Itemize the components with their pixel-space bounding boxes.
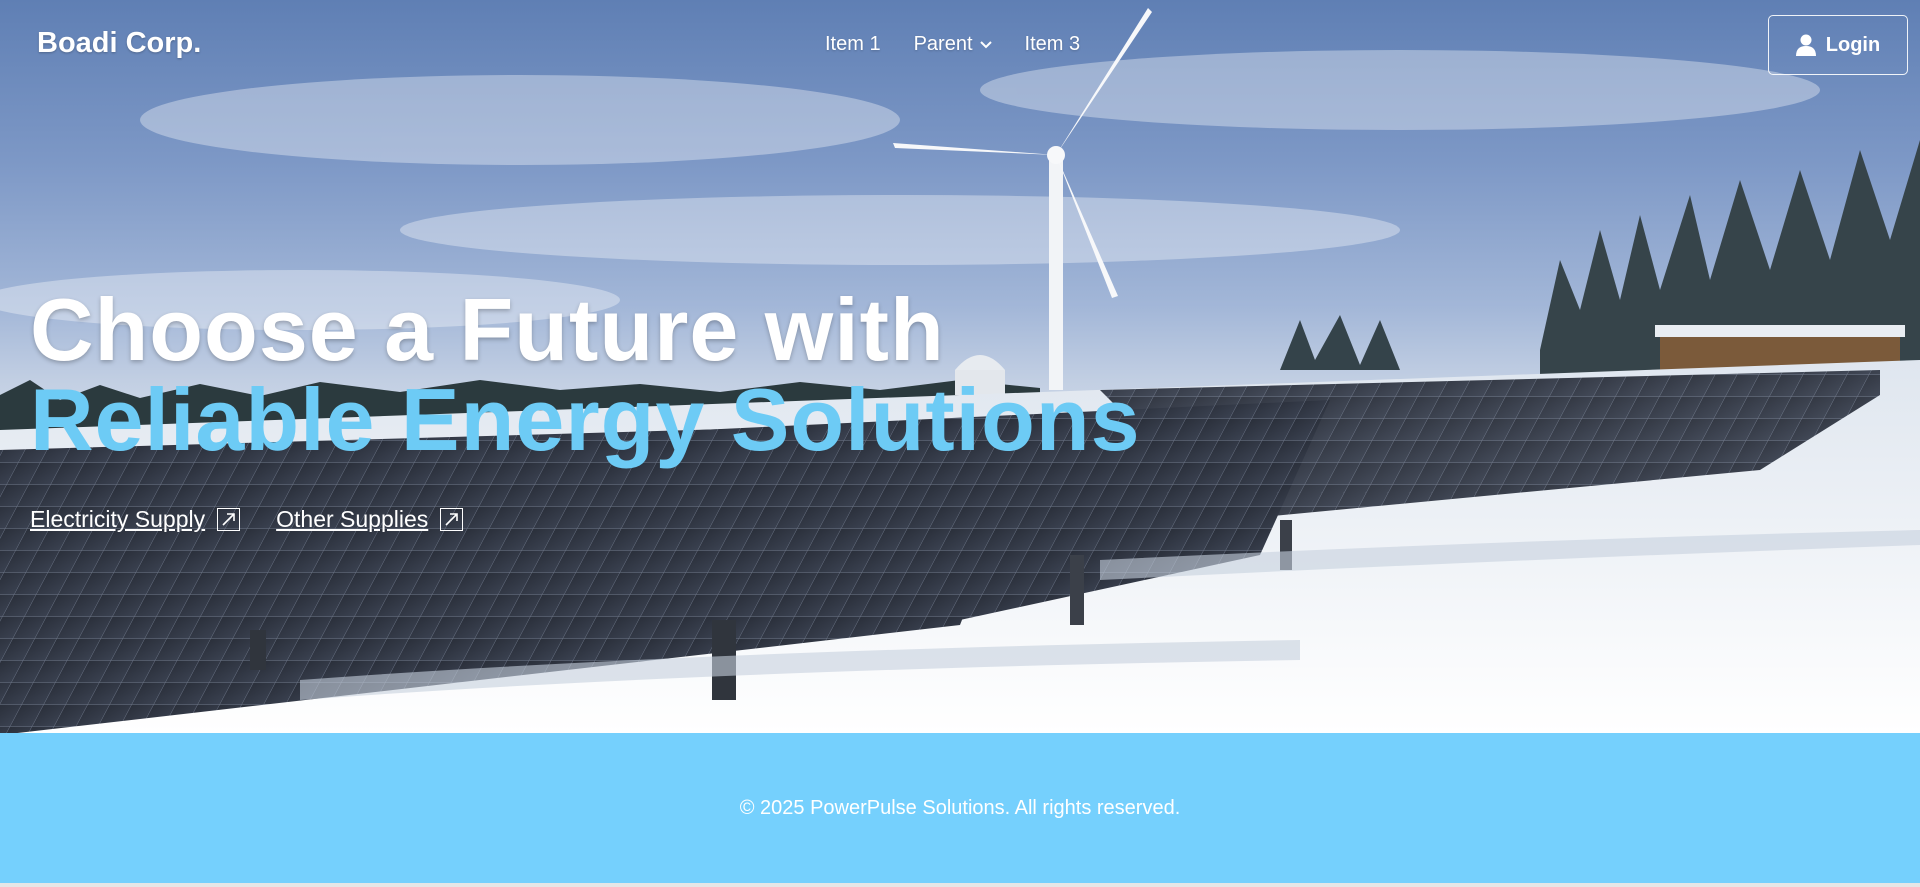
- nav-item-parent[interactable]: Parent: [914, 33, 992, 56]
- main-nav: Item 1 Parent Item 3: [825, 33, 1113, 56]
- user-icon: [1795, 34, 1816, 56]
- nav-item-label: Item 1: [825, 33, 881, 55]
- link-label: Electricity Supply: [30, 506, 206, 532]
- chevron-down-icon: [979, 40, 992, 49]
- login-button[interactable]: Login: [1768, 15, 1908, 75]
- hero-title-line1: Choose a Future with: [30, 280, 945, 379]
- nav-item-1[interactable]: Item 1: [825, 33, 881, 56]
- login-label: Login: [1825, 33, 1881, 56]
- hero-links: Electricity Supply Other Supplies: [30, 506, 499, 533]
- other-supplies-link[interactable]: Other Supplies: [276, 506, 464, 533]
- nav-item-label: Item 3: [1024, 33, 1081, 55]
- link-label: Other Supplies: [276, 506, 429, 532]
- footer-copyright: © 2025 PowerPulse Solutions. All rights …: [739, 796, 1181, 819]
- nav-item-3[interactable]: Item 3: [1025, 33, 1081, 56]
- hero-title: Choose a Future with Reliable Energy Sol…: [30, 285, 1141, 465]
- external-link-icon: [217, 508, 241, 531]
- electricity-supply-link[interactable]: Electricity Supply: [30, 506, 241, 533]
- footer: © 2025 PowerPulse Solutions. All rights …: [0, 733, 1920, 883]
- hero-section: Boadi Corp. Item 1 Parent Item 3 Login C…: [0, 0, 1920, 733]
- brand-logo[interactable]: Boadi Corp.: [37, 27, 201, 60]
- page-bottom-divider: [0, 883, 1920, 887]
- hero-title-line2: Reliable Energy Solutions: [30, 370, 1141, 469]
- external-link-icon: [440, 508, 464, 531]
- nav-item-label: Parent: [913, 33, 973, 55]
